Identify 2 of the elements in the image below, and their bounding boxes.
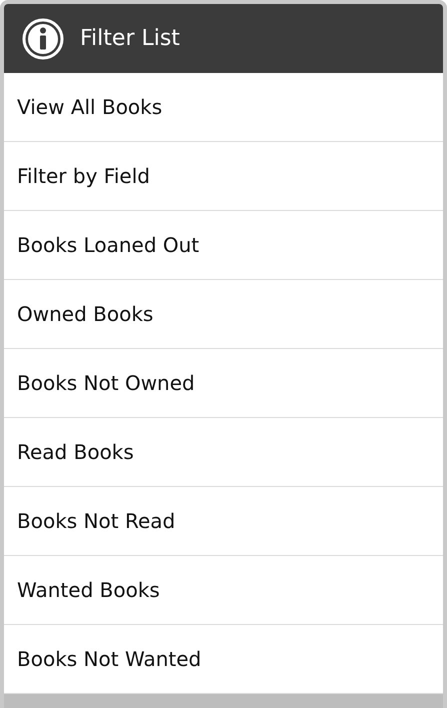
dialog-title: Filter List — [80, 26, 180, 51]
info-icon — [22, 18, 64, 60]
